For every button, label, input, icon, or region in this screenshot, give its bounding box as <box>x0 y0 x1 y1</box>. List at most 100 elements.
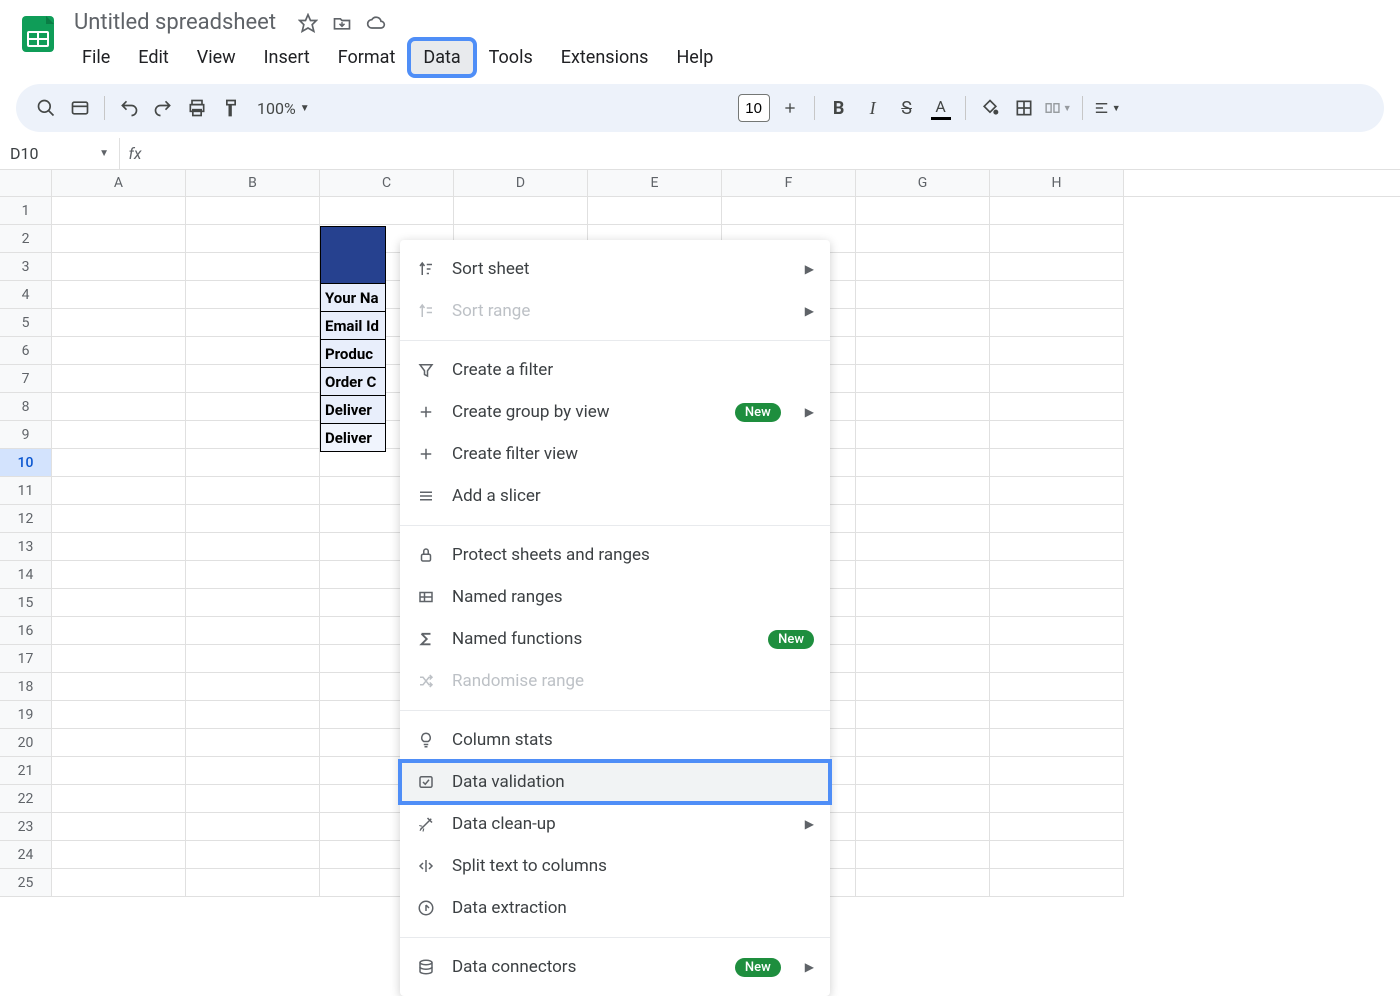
cell[interactable] <box>186 225 320 253</box>
cell[interactable] <box>52 253 186 281</box>
row-header[interactable]: 22 <box>0 785 52 813</box>
cell[interactable] <box>856 421 990 449</box>
redo-icon[interactable] <box>149 94 177 122</box>
column-header[interactable]: B <box>186 170 320 196</box>
cell[interactable] <box>990 225 1124 253</box>
row-header[interactable]: 14 <box>0 561 52 589</box>
menu-item-data-connectors[interactable]: Data connectorsNew▶ <box>400 946 830 988</box>
cell[interactable] <box>186 617 320 645</box>
cell[interactable] <box>990 841 1124 869</box>
cell[interactable] <box>454 197 588 225</box>
row-header[interactable]: 10 <box>0 449 52 477</box>
cell[interactable] <box>856 869 990 897</box>
name-box[interactable]: D10▼ <box>0 138 120 169</box>
cell[interactable] <box>856 701 990 729</box>
column-header[interactable]: C <box>320 170 454 196</box>
column-header[interactable]: A <box>52 170 186 196</box>
menu-item-split-text-to-columns[interactable]: Split text to columns <box>400 845 830 887</box>
cell[interactable] <box>588 197 722 225</box>
row-header[interactable]: 4 <box>0 281 52 309</box>
cell[interactable] <box>990 561 1124 589</box>
row-header[interactable]: 25 <box>0 869 52 897</box>
cell[interactable] <box>856 589 990 617</box>
menu-item-data-clean-up[interactable]: Data clean-up▶ <box>400 803 830 845</box>
strikethrough-icon[interactable]: S <box>893 94 921 122</box>
menus-icon[interactable] <box>66 94 94 122</box>
cell[interactable] <box>990 729 1124 757</box>
cell[interactable] <box>186 505 320 533</box>
row-header[interactable]: 15 <box>0 589 52 617</box>
cell[interactable] <box>856 785 990 813</box>
cell[interactable] <box>186 701 320 729</box>
menu-format[interactable]: Format <box>326 41 408 74</box>
menu-item-data-extraction[interactable]: Data extraction <box>400 887 830 929</box>
cell[interactable] <box>990 197 1124 225</box>
cell[interactable] <box>990 589 1124 617</box>
cell[interactable] <box>990 365 1124 393</box>
row-header[interactable]: 19 <box>0 701 52 729</box>
cell[interactable] <box>990 645 1124 673</box>
row-header[interactable]: 16 <box>0 617 52 645</box>
cell[interactable] <box>186 869 320 897</box>
table-cell[interactable]: Deliver <box>320 424 386 452</box>
cell[interactable] <box>52 337 186 365</box>
cell[interactable] <box>990 869 1124 897</box>
menu-item-create-filter-view[interactable]: Create filter view <box>400 433 830 475</box>
cell[interactable] <box>856 225 990 253</box>
cell[interactable] <box>52 309 186 337</box>
cell[interactable] <box>52 477 186 505</box>
cell[interactable] <box>52 673 186 701</box>
text-color-icon[interactable]: A <box>927 94 955 122</box>
paint-format-icon[interactable] <box>217 94 245 122</box>
cell[interactable] <box>52 841 186 869</box>
cell[interactable] <box>856 533 990 561</box>
merge-cells-icon[interactable]: ▼ <box>1044 94 1072 122</box>
cell[interactable] <box>856 729 990 757</box>
cell[interactable] <box>990 785 1124 813</box>
row-header[interactable]: 8 <box>0 393 52 421</box>
cell[interactable] <box>856 813 990 841</box>
cell[interactable] <box>990 337 1124 365</box>
bold-icon[interactable]: B <box>825 94 853 122</box>
cell[interactable] <box>186 309 320 337</box>
cell[interactable] <box>186 785 320 813</box>
cell[interactable] <box>856 757 990 785</box>
row-header[interactable]: 23 <box>0 813 52 841</box>
cell[interactable] <box>52 505 186 533</box>
column-header[interactable]: F <box>722 170 856 196</box>
cell[interactable] <box>186 533 320 561</box>
row-header[interactable]: 18 <box>0 673 52 701</box>
row-header[interactable]: 24 <box>0 841 52 869</box>
menu-data[interactable]: Data <box>411 41 472 74</box>
cell[interactable] <box>990 253 1124 281</box>
row-header[interactable]: 13 <box>0 533 52 561</box>
row-header[interactable]: 11 <box>0 477 52 505</box>
cell[interactable] <box>856 505 990 533</box>
menu-item-sort-sheet[interactable]: Sort sheet▶ <box>400 248 830 290</box>
cell[interactable] <box>52 729 186 757</box>
row-header[interactable]: 1 <box>0 197 52 225</box>
sheets-logo[interactable] <box>16 12 60 56</box>
row-header[interactable]: 3 <box>0 253 52 281</box>
cell[interactable] <box>990 309 1124 337</box>
row-header[interactable]: 20 <box>0 729 52 757</box>
menu-item-create-group-by-view[interactable]: Create group by viewNew▶ <box>400 391 830 433</box>
cell[interactable] <box>856 617 990 645</box>
cell[interactable] <box>186 645 320 673</box>
cell[interactable] <box>52 813 186 841</box>
row-header[interactable]: 21 <box>0 757 52 785</box>
row-header[interactable]: 9 <box>0 421 52 449</box>
cell[interactable] <box>186 449 320 477</box>
menu-edit[interactable]: Edit <box>126 41 180 74</box>
cell[interactable] <box>52 561 186 589</box>
cell[interactable] <box>856 841 990 869</box>
cell[interactable] <box>52 281 186 309</box>
menu-item-column-stats[interactable]: Column stats <box>400 719 830 761</box>
cell[interactable] <box>186 561 320 589</box>
cell[interactable] <box>722 197 856 225</box>
cell[interactable] <box>186 813 320 841</box>
menu-item-data-validation[interactable]: Data validation <box>400 761 830 803</box>
menu-insert[interactable]: Insert <box>252 41 322 74</box>
cell[interactable] <box>52 617 186 645</box>
cell[interactable] <box>856 645 990 673</box>
